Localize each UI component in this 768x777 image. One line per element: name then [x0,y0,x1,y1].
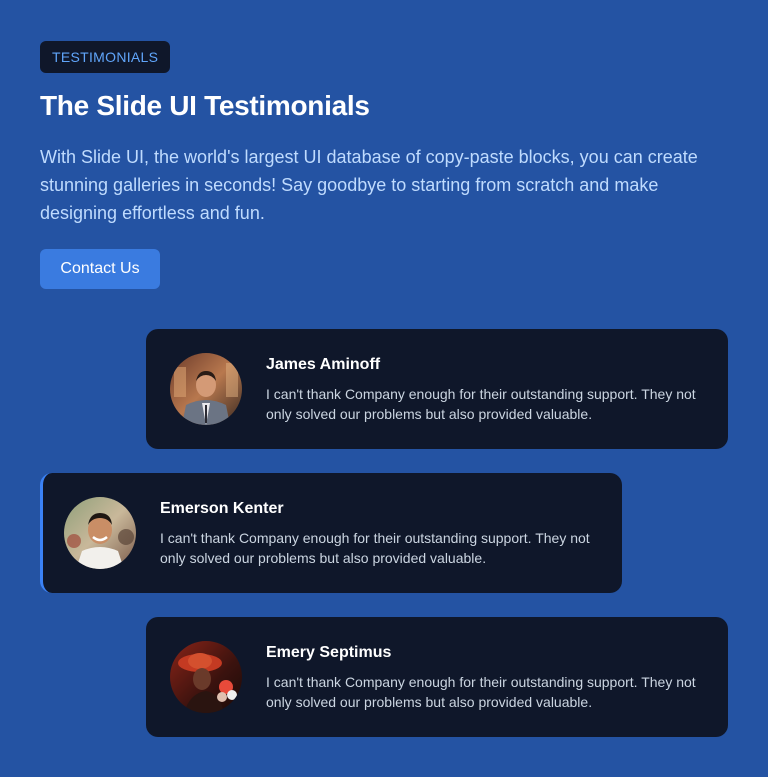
testimonial-quote: I can't thank Company enough for their o… [266,674,696,710]
contact-us-button[interactable]: Contact Us [40,249,160,289]
testimonial-name: Emery Septimus [266,644,392,661]
testimonial-quote: I can't thank Company enough for their o… [266,386,696,422]
testimonial-name: Emerson Kenter [160,500,284,517]
testimonial-card: Emerson Kenter I can't thank Company eno… [40,473,622,593]
testimonial-card: Emery Septimus I can't thank Company eno… [146,617,728,737]
testimonial-quote: I can't thank Company enough for their o… [160,530,590,566]
avatar [64,497,136,569]
page-title: The Slide UI Testimonials [40,90,370,121]
avatar [170,641,242,713]
testimonial-card: James Aminoff I can't thank Company enou… [146,329,728,449]
testimonial-name: James Aminoff [266,356,381,373]
section-description: With Slide UI, the world's largest UI da… [40,147,698,223]
avatar [170,353,242,425]
section-badge: TESTIMONIALS [40,41,171,73]
